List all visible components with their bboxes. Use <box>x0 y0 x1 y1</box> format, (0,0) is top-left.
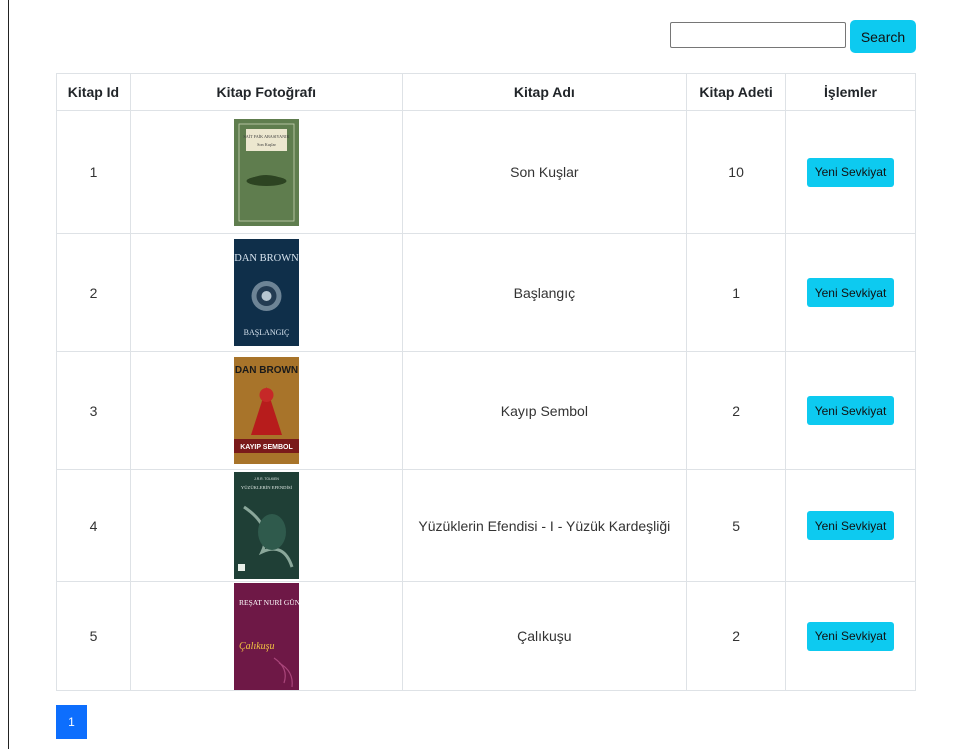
book-count: 5 <box>686 469 787 582</box>
pagination-page-1[interactable]: 1 <box>56 705 87 739</box>
book-id: 3 <box>56 351 131 470</box>
book-photo-cell: SAİT FAİK ABASIYANIK Son Kuşlar <box>129 110 403 234</box>
svg-text:J.R.R. TOLKIEN: J.R.R. TOLKIEN <box>254 477 279 481</box>
svg-text:REŞAT NURİ GÜNTEKİN: REŞAT NURİ GÜNTEKİN <box>239 598 299 607</box>
new-shipment-button[interactable]: Yeni Sevkiyat <box>807 511 895 540</box>
column-header-id: Kitap Id <box>56 73 131 111</box>
column-header-name: Kitap Adı <box>401 73 688 111</box>
svg-text:DAN BROWN: DAN BROWN <box>234 253 299 264</box>
search-bar: Search <box>670 20 916 53</box>
book-photo-cell: DAN BROWN KAYIP SEMBOL <box>129 351 403 470</box>
book-name: Kayıp Sembol <box>401 351 688 470</box>
column-header-actions: İşlemler <box>785 73 916 111</box>
table-row: 4 J.R.R. TOLKIEN YÜZÜKLERİN EFENDİSİ Yüz… <box>56 469 916 582</box>
book-cover-image: SAİT FAİK ABASIYANIK Son Kuşlar <box>233 118 299 226</box>
column-header-count: Kitap Adeti <box>686 73 787 111</box>
book-cover-image: REŞAT NURİ GÜNTEKİN Çalıkuşu <box>233 582 299 690</box>
book-id: 4 <box>56 469 131 582</box>
svg-text:YÜZÜKLERİN EFENDİSİ: YÜZÜKLERİN EFENDİSİ <box>241 485 293 490</box>
book-actions-cell: Yeni Sevkiyat <box>785 110 916 234</box>
table-row: 1 SAİT FAİK ABASIYANIK Son Kuşlar Son Ku… <box>56 110 916 234</box>
book-name: Son Kuşlar <box>401 110 688 234</box>
book-photo-cell: J.R.R. TOLKIEN YÜZÜKLERİN EFENDİSİ <box>129 469 403 582</box>
book-cover-image: DAN BROWN BAŞLANGIÇ <box>233 239 299 346</box>
new-shipment-button[interactable]: Yeni Sevkiyat <box>807 157 895 187</box>
book-id: 2 <box>56 233 131 352</box>
new-shipment-button[interactable]: Yeni Sevkiyat <box>807 396 895 425</box>
book-actions-cell: Yeni Sevkiyat <box>785 469 916 582</box>
book-count: 2 <box>686 581 787 691</box>
svg-text:SAİT FAİK ABASIYANIK: SAİT FAİK ABASIYANIK <box>243 134 289 139</box>
column-header-photo: Kitap Fotoğrafı <box>129 73 403 111</box>
table-row: 5 REŞAT NURİ GÜNTEKİN Çalıkuşu Çalıkuşu … <box>56 581 916 691</box>
book-name: Başlangıç <box>401 233 688 352</box>
book-photo-cell: REŞAT NURİ GÜNTEKİN Çalıkuşu <box>129 581 403 691</box>
table-row: 2 DAN BROWN BAŞLANGIÇ Başlangıç 1 Yeni S… <box>56 233 916 352</box>
book-count: 2 <box>686 351 787 470</box>
book-id: 1 <box>56 110 131 234</box>
svg-text:DAN BROWN: DAN BROWN <box>235 365 298 376</box>
search-button[interactable]: Search <box>850 20 916 53</box>
new-shipment-button[interactable]: Yeni Sevkiyat <box>807 621 895 651</box>
book-actions-cell: Yeni Sevkiyat <box>785 233 916 352</box>
book-photo-cell: DAN BROWN BAŞLANGIÇ <box>129 233 403 352</box>
book-cover-image: J.R.R. TOLKIEN YÜZÜKLERİN EFENDİSİ <box>233 472 299 579</box>
book-count: 10 <box>686 110 787 234</box>
new-shipment-button[interactable]: Yeni Sevkiyat <box>807 278 895 307</box>
svg-text:Çalıkuşu: Çalıkuşu <box>239 641 275 652</box>
left-border-line <box>8 0 9 749</box>
books-table: Kitap Id Kitap Fotoğrafı Kitap Adı Kitap… <box>56 73 916 691</box>
svg-text:Son Kuşlar: Son Kuşlar <box>257 142 276 147</box>
search-input[interactable] <box>670 22 846 48</box>
svg-text:BAŞLANGIÇ: BAŞLANGIÇ <box>243 328 289 337</box>
book-count: 1 <box>686 233 787 352</box>
book-actions-cell: Yeni Sevkiyat <box>785 351 916 470</box>
book-id: 5 <box>56 581 131 691</box>
table-row: 3 DAN BROWN KAYIP SEMBOL Kayıp Sembol 2 … <box>56 351 916 470</box>
book-name: Yüzüklerin Efendisi - I - Yüzük Kardeşli… <box>401 469 688 582</box>
book-actions-cell: Yeni Sevkiyat <box>785 581 916 691</box>
book-cover-image: DAN BROWN KAYIP SEMBOL <box>233 357 299 464</box>
table-header-row: Kitap Id Kitap Fotoğrafı Kitap Adı Kitap… <box>56 73 916 111</box>
book-name: Çalıkuşu <box>401 581 688 691</box>
svg-text:KAYIP SEMBOL: KAYIP SEMBOL <box>240 444 293 451</box>
